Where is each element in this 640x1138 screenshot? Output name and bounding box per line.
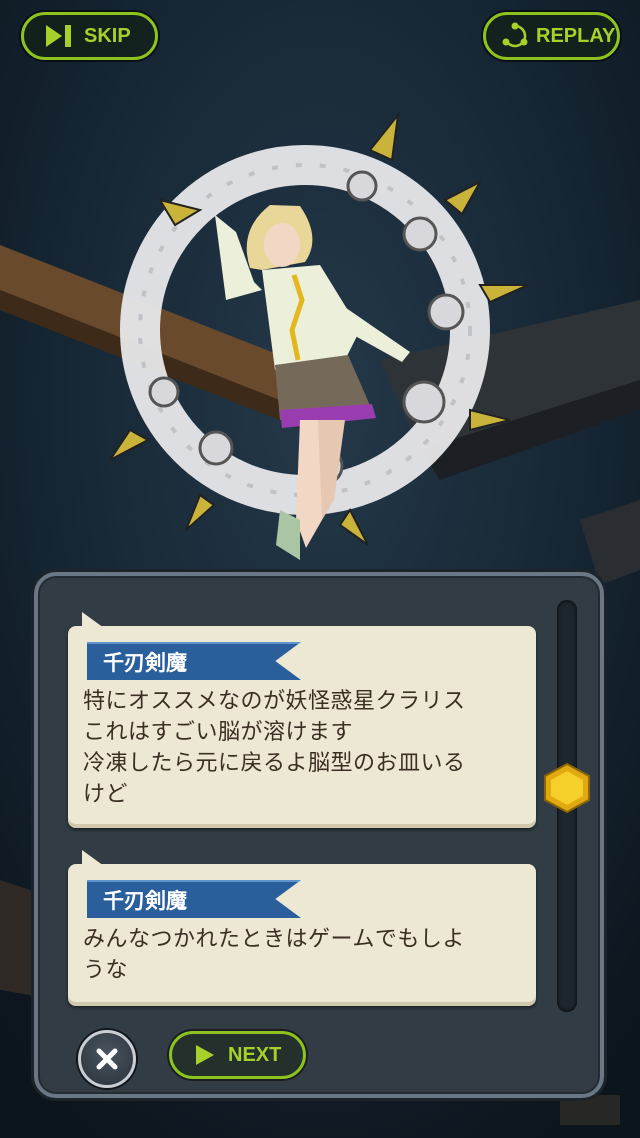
speaker-name-tag: 千刃剣魔 [87, 642, 301, 680]
skip-label: SKIP [84, 24, 131, 47]
skip-button[interactable]: SKIP [21, 12, 158, 60]
skip-icon [46, 25, 71, 47]
speaker-name-tag: 千刃剣魔 [87, 880, 301, 918]
message-text: 特にオススメなのが妖怪惑星クラリス これはすごい脳が溶けます 冷凍したら元に戻る… [83, 689, 466, 807]
message-bubble: 千刃剣魔 みんなつかれたときはゲームでもしよ うな [68, 850, 536, 1006]
replay-button[interactable]: REPLAY [483, 12, 620, 60]
message-bubble: 千刃剣魔 特にオススメなのが妖怪惑星クラリス これはすごい脳が溶けます 冷凍した… [68, 612, 536, 828]
close-icon [96, 1048, 118, 1070]
next-button[interactable]: NEXT [169, 1031, 306, 1079]
play-icon [196, 1045, 214, 1065]
replay-icon [502, 22, 528, 48]
replay-label: REPLAY [536, 24, 616, 47]
scrollbar-thumb[interactable] [541, 762, 593, 814]
next-label: NEXT [228, 1043, 282, 1066]
close-button[interactable] [78, 1030, 136, 1088]
message-text: みんなつかれたときはゲームでもしよ うな [83, 927, 465, 983]
